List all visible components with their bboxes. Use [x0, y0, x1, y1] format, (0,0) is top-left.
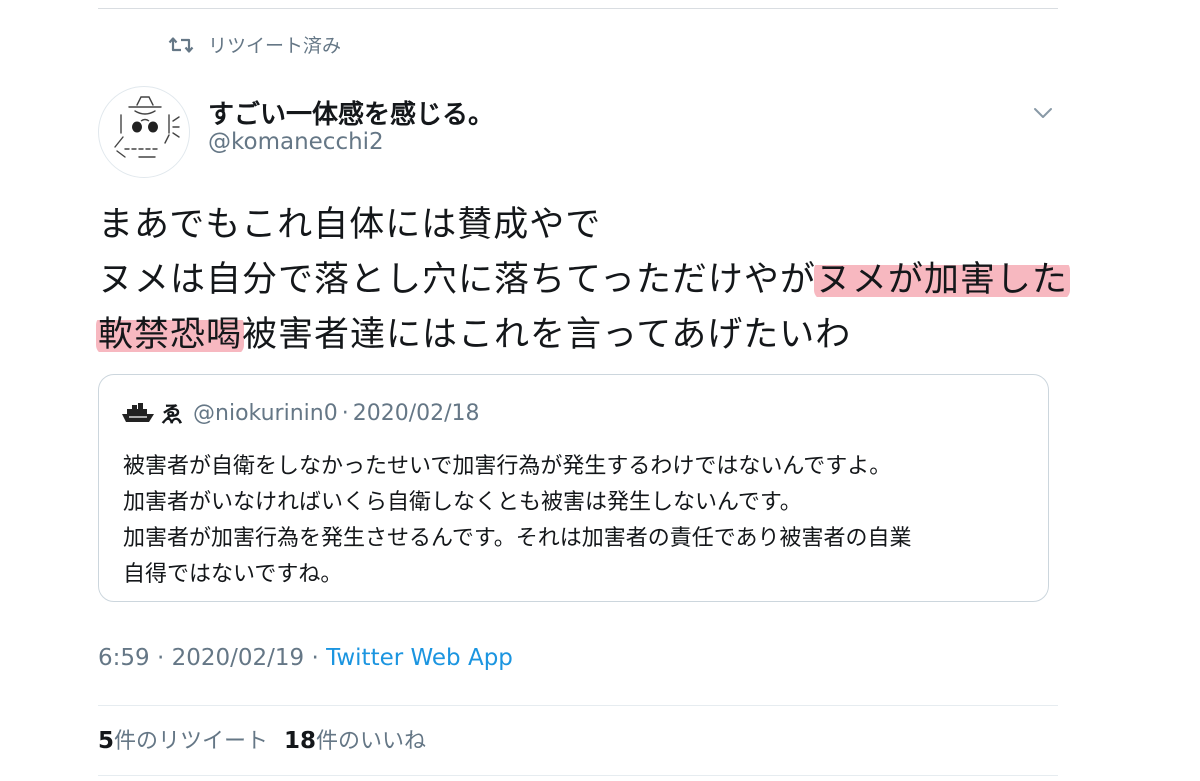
tweet-text-segment: まあでもこれ自体には賛成やで	[98, 205, 602, 245]
tweet-stats: 5件のリツイート 18件のいいね	[98, 723, 442, 755]
ship-icon	[122, 403, 154, 422]
tweet-source-link[interactable]: Twitter Web App	[326, 645, 513, 671]
retweets-count: 5	[98, 728, 115, 754]
likes-label: 件のいいね	[316, 729, 427, 754]
author-handle[interactable]: @komanecchi2	[208, 129, 384, 155]
retweet-context: リツイート済み	[168, 31, 341, 58]
quoted-tweet-name: ゑ	[161, 403, 184, 428]
tweet-date[interactable]: 2020/02/19	[172, 645, 305, 671]
top-divider	[98, 8, 1058, 9]
tweet-options-button[interactable]	[1030, 100, 1056, 126]
likes-stat[interactable]: 18件のいいね	[284, 723, 426, 755]
likes-count: 18	[284, 728, 317, 754]
avatar[interactable]	[98, 86, 190, 178]
quoted-tweet-header: ゑ @niokurinin0 · 2020/02/18	[121, 397, 480, 429]
tweet-line: ヌメは自分で落とし穴に落ちてっただけやがヌメが加害した	[98, 253, 1098, 308]
quoted-tweet-line: 加害者が加害行為を発生させるんです。それは加害者の責任であり被害者の自業	[123, 526, 912, 551]
tweet-text: まあでもこれ自体には賛成やで ヌメは自分で落とし穴に落ちてっただけやがヌメが加害…	[96, 198, 1098, 363]
author-display-name[interactable]: すごい一体感を感じる。	[208, 94, 494, 131]
tweet-line: まあでもこれ自体には賛成やで	[98, 198, 1098, 253]
tweet-meta: 6:59 · 2020/02/19 · Twitter Web App	[98, 645, 513, 671]
quoted-tweet-handle: @niokurinin0	[193, 400, 338, 426]
retweets-stat[interactable]: 5件のリツイート	[98, 723, 268, 755]
quoted-tweet-text: 被害者が自衛をしなかったせいで加害行為が発生するわけではないんですよ。 加害者が…	[123, 449, 1023, 593]
ascii-art-avatar	[114, 96, 180, 158]
tweet-text-segment: ヌメは自分で落とし穴に落ちてっただけやが	[98, 260, 816, 300]
quoted-tweet-line: 被害者が自衛をしなかったせいで加害行為が発生するわけではないんですよ。	[123, 454, 892, 479]
bottom-divider	[98, 775, 1058, 776]
quoted-tweet-card[interactable]: ゑ @niokurinin0 · 2020/02/18 被害者が自衛をしなかった…	[98, 374, 1049, 602]
retweets-label: 件のリツイート	[114, 729, 269, 754]
quoted-tweet-line: 自得ではないですね。	[123, 562, 343, 587]
tweet-line: 軟禁恐喝被害者達にはこれを言ってあげたいわ	[96, 308, 1098, 363]
stats-divider	[98, 705, 1058, 706]
separator-dot: ·	[156, 645, 165, 671]
retweet-context-label: リツイート済み	[208, 35, 342, 57]
quoted-tweet-author: ゑ	[121, 397, 183, 429]
separator-dot: ·	[341, 400, 349, 426]
highlighted-text: 軟禁恐喝	[96, 315, 245, 355]
retweet-icon	[168, 36, 194, 53]
highlighted-text: ヌメが加害した	[813, 260, 1070, 300]
tweet-time[interactable]: 6:59	[98, 645, 150, 671]
quoted-tweet-date: 2020/02/18	[352, 400, 480, 426]
chevron-down-icon	[1034, 108, 1052, 118]
separator-dot: ·	[311, 645, 319, 671]
tweet-text-segment: 被害者達にはこれを言ってあげたいわ	[242, 315, 852, 355]
quoted-tweet-line: 加害者がいなければいくら自衛しなくとも被害は発生しないんです。	[123, 490, 802, 515]
